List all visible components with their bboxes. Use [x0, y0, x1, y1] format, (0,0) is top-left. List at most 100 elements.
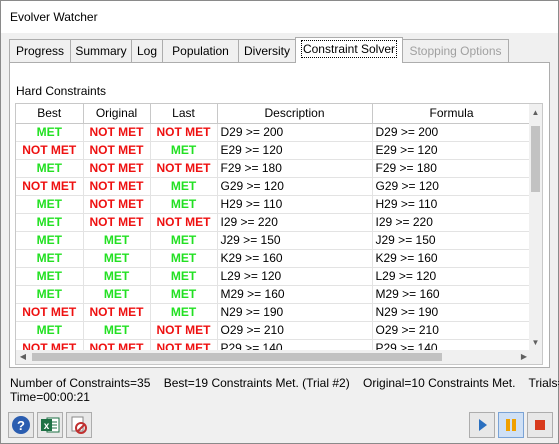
- horizontal-scrollbar[interactable]: ◀ ▶: [16, 350, 531, 364]
- constraints-table: Best Original Last Description Formula M…: [16, 104, 532, 358]
- cell-last: NOT MET: [150, 123, 218, 142]
- table-body: MET NOT MET NOT MET D29 >= 200 D29 >= 200 NOT…: [16, 123, 532, 358]
- cell-formula: M29 >= 160: [372, 285, 532, 304]
- column-header-best[interactable]: Best: [16, 104, 84, 124]
- cell-description: K29 >= 160: [217, 249, 373, 268]
- cell-description: H29 >= 110: [217, 195, 373, 214]
- table-row[interactable]: MET MET MET L29 >= 120 L29 >= 120: [16, 267, 532, 286]
- cell-original: NOT MET: [83, 159, 151, 178]
- title-bar: Evolver Watcher: [1, 1, 558, 33]
- cell-best: MET: [16, 195, 84, 214]
- tab-stopping-options: Stopping Options: [402, 39, 509, 62]
- cell-description: I29 >= 220: [217, 213, 373, 232]
- column-header-formula[interactable]: Formula: [372, 104, 532, 124]
- cell-last: MET: [150, 195, 218, 214]
- tab-summary-label: Summary: [75, 44, 127, 58]
- help-button[interactable]: ?: [8, 412, 34, 438]
- cell-formula: H29 >= 110: [372, 195, 532, 214]
- pause-button[interactable]: [498, 412, 524, 438]
- cell-description: O29 >= 210: [217, 321, 373, 340]
- table-row[interactable]: MET MET NOT MET O29 >= 210 O29 >= 210: [16, 321, 532, 340]
- cell-last: MET: [150, 177, 218, 196]
- cell-original: NOT MET: [83, 141, 151, 160]
- clear-icon: [71, 416, 87, 434]
- cell-formula: E29 >= 120: [372, 141, 532, 160]
- table-row[interactable]: NOT MET NOT MET MET E29 >= 120 E29 >= 120: [16, 141, 532, 160]
- tab-constraint-solver[interactable]: Constraint Solver: [295, 37, 403, 63]
- svg-text:?: ?: [17, 418, 25, 433]
- cell-original: MET: [83, 231, 151, 250]
- cell-best: MET: [16, 159, 84, 178]
- svg-text:x: x: [44, 421, 50, 432]
- cell-last: NOT MET: [150, 321, 218, 340]
- run-button[interactable]: [469, 412, 495, 438]
- vertical-scroll-thumb[interactable]: [531, 126, 540, 192]
- column-header-description[interactable]: Description: [217, 104, 373, 124]
- scroll-up-icon[interactable]: ▲: [529, 106, 542, 120]
- table-row[interactable]: NOT MET NOT MET MET G29 >= 120 G29 >= 120: [16, 177, 532, 196]
- scroll-down-icon[interactable]: ▼: [529, 336, 542, 350]
- clear-button[interactable]: [66, 412, 92, 438]
- cell-description: F29 >= 180: [217, 159, 373, 178]
- bottom-toolbar: ? x: [1, 406, 558, 444]
- cell-last: MET: [150, 141, 218, 160]
- table-row[interactable]: MET MET MET J29 >= 150 J29 >= 150: [16, 231, 532, 250]
- cell-last: MET: [150, 267, 218, 286]
- cell-formula: K29 >= 160: [372, 249, 532, 268]
- cell-formula: I29 >= 220: [372, 213, 532, 232]
- pause-icon: [506, 419, 516, 431]
- cell-best: MET: [16, 321, 84, 340]
- cell-last: MET: [150, 249, 218, 268]
- export-excel-button[interactable]: x: [37, 412, 63, 438]
- tab-log[interactable]: Log: [131, 39, 163, 62]
- cell-description: N29 >= 190: [217, 303, 373, 322]
- horizontal-scroll-thumb[interactable]: [32, 353, 442, 361]
- table-row[interactable]: MET NOT MET MET H29 >= 110 H29 >= 110: [16, 195, 532, 214]
- cell-original: MET: [83, 249, 151, 268]
- evolver-watcher-window: Evolver Watcher Progress Summary Log Pop…: [0, 0, 559, 444]
- cell-original: MET: [83, 321, 151, 340]
- stop-icon: [535, 420, 545, 430]
- tab-constraint-solver-label: Constraint Solver: [300, 40, 398, 58]
- tab-strip: Progress Summary Log Population Diversit…: [9, 37, 550, 63]
- cell-original: MET: [83, 285, 151, 304]
- cell-description: M29 >= 160: [217, 285, 373, 304]
- cell-formula: F29 >= 180: [372, 159, 532, 178]
- vertical-scrollbar[interactable]: ▲ ▼: [529, 104, 542, 350]
- tab-population[interactable]: Population: [162, 39, 239, 62]
- cell-best: MET: [16, 249, 84, 268]
- table-row[interactable]: MET NOT MET NOT MET F29 >= 180 F29 >= 180: [16, 159, 532, 178]
- help-icon: ?: [12, 416, 30, 434]
- table-row[interactable]: MET NOT MET NOT MET D29 >= 200 D29 >= 200: [16, 123, 532, 142]
- table-row[interactable]: MET MET MET K29 >= 160 K29 >= 160: [16, 249, 532, 268]
- tab-summary[interactable]: Summary: [70, 39, 132, 62]
- cell-formula: O29 >= 210: [372, 321, 532, 340]
- cell-best: MET: [16, 123, 84, 142]
- cell-best: NOT MET: [16, 177, 84, 196]
- tab-log-label: Log: [136, 44, 158, 58]
- cell-last: MET: [150, 285, 218, 304]
- stop-button[interactable]: [527, 412, 553, 438]
- table-row[interactable]: MET NOT MET NOT MET I29 >= 220 I29 >= 220: [16, 213, 532, 232]
- status-summary: Number of Constraints=35 Best=19 Constra…: [10, 376, 559, 390]
- column-header-last[interactable]: Last: [150, 104, 218, 124]
- cell-original: NOT MET: [83, 195, 151, 214]
- constraints-grid: Best Original Last Description Formula M…: [15, 103, 543, 365]
- cell-original: NOT MET: [83, 303, 151, 322]
- table-row[interactable]: NOT MET NOT MET MET N29 >= 190 N29 >= 190: [16, 303, 532, 322]
- cell-best: MET: [16, 231, 84, 250]
- column-header-original[interactable]: Original: [83, 104, 151, 124]
- cell-last: MET: [150, 303, 218, 322]
- tab-stopping-options-label: Stopping Options: [409, 44, 502, 58]
- cell-original: NOT MET: [83, 213, 151, 232]
- cell-description: E29 >= 120: [217, 141, 373, 160]
- cell-best: MET: [16, 285, 84, 304]
- scroll-left-icon[interactable]: ◀: [16, 350, 30, 364]
- cell-description: L29 >= 120: [217, 267, 373, 286]
- cell-last: NOT MET: [150, 213, 218, 232]
- table-row[interactable]: MET MET MET M29 >= 160 M29 >= 160: [16, 285, 532, 304]
- tab-progress[interactable]: Progress: [9, 39, 71, 62]
- cell-description: J29 >= 150: [217, 231, 373, 250]
- tab-diversity[interactable]: Diversity: [238, 39, 296, 62]
- cell-formula: N29 >= 190: [372, 303, 532, 322]
